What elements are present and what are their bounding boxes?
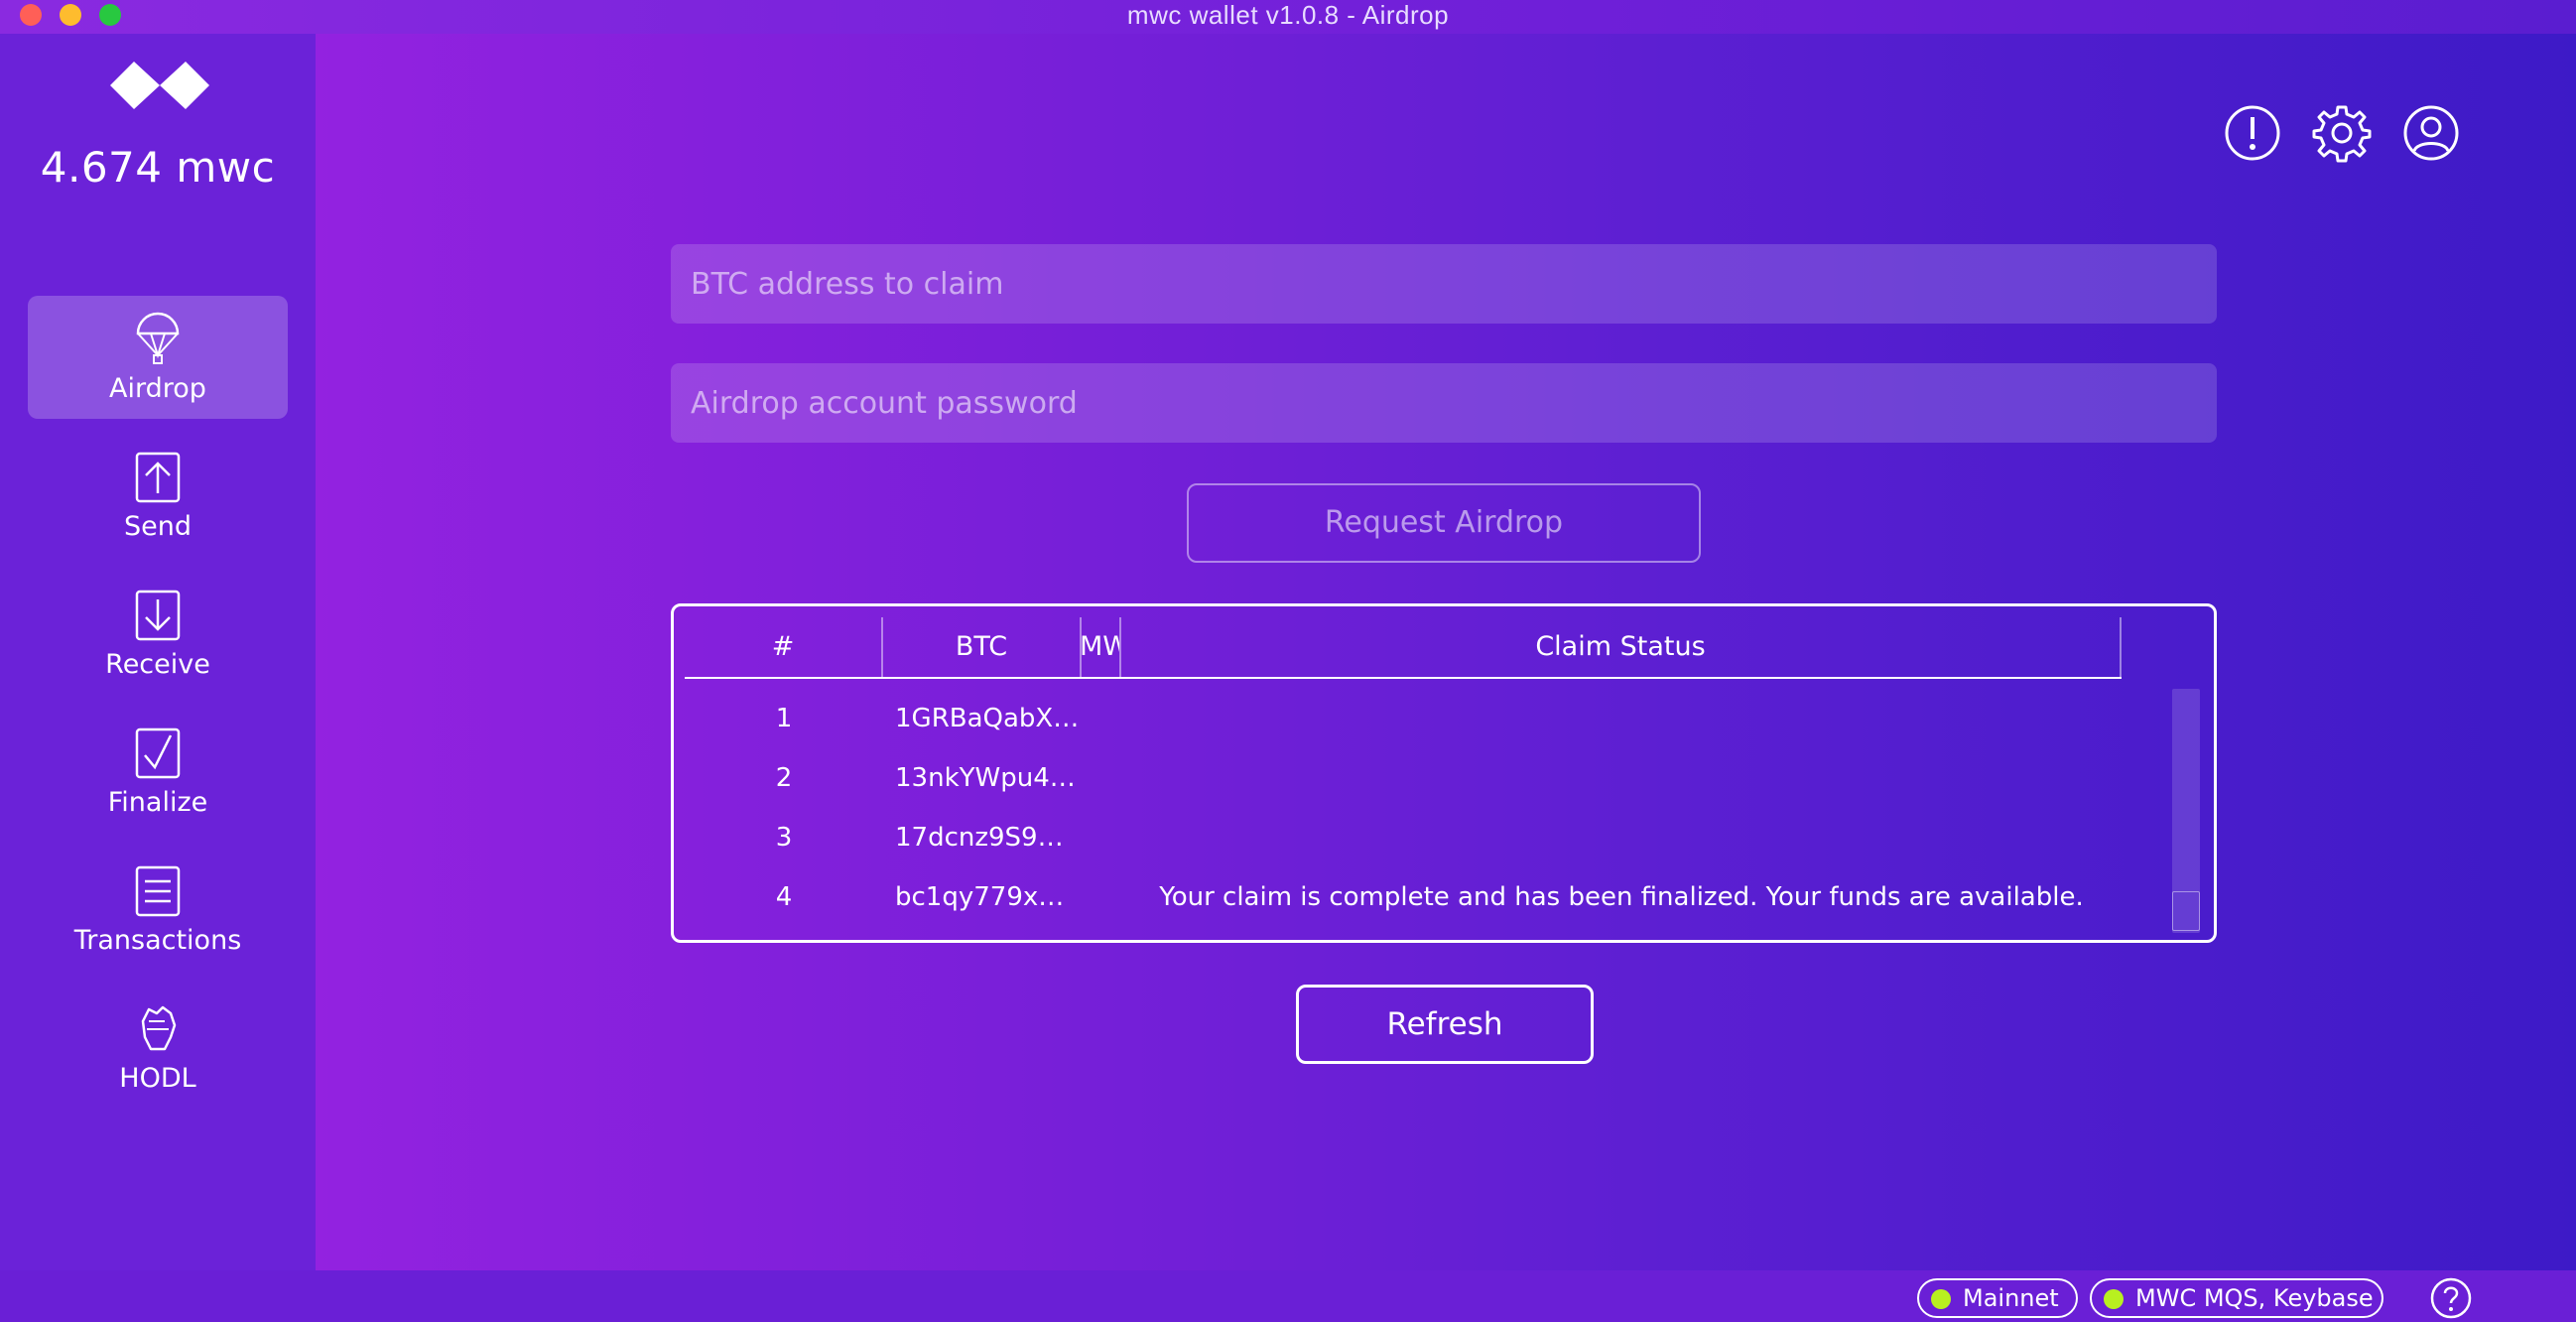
row-claim-status (1121, 748, 2122, 808)
sidebar-item-hodl[interactable]: HODL (28, 986, 288, 1109)
airdrop-password-field[interactable] (671, 363, 2217, 443)
parachute-icon (136, 312, 180, 364)
sidebar-item-airdrop[interactable]: Airdrop (28, 296, 288, 419)
refresh-button[interactable]: Refresh (1296, 985, 1594, 1064)
table-row[interactable]: 3 17dcnz9S9… (685, 808, 2122, 867)
minimize-window-button[interactable] (60, 4, 81, 26)
table-row[interactable]: 4 bc1qy779x… Your claim is complete and … (685, 867, 2122, 927)
network-status-badge[interactable]: Mainnet (1917, 1278, 2078, 1318)
status-indicator-icon (2104, 1289, 2124, 1309)
row-mwc-amount (1082, 689, 1121, 748)
row-number: 1 (775, 704, 793, 733)
row-btc-address: bc1qy779x… (895, 882, 1065, 912)
column-header-claim-status[interactable]: Claim Status (1121, 617, 2122, 677)
sidebar-item-send[interactable]: Send (28, 434, 288, 557)
row-number: 3 (775, 823, 793, 853)
sidebar-item-label: Transactions (73, 925, 242, 956)
sidebar-item-label: Airdrop (109, 373, 206, 404)
btc-address-field[interactable] (671, 244, 2217, 324)
row-mwc-amount (1082, 808, 1121, 867)
row-mwc-amount (1082, 748, 1121, 808)
checkbox-icon (135, 727, 181, 779)
sidebar-item-label: Finalize (107, 787, 208, 818)
upload-arrow-icon (135, 452, 181, 503)
table-header: # BTC MWC Claim Status (685, 617, 2122, 679)
download-arrow-icon (135, 590, 181, 641)
column-header-btc[interactable]: BTC (883, 617, 1082, 677)
scrollbar-thumb[interactable] (2172, 891, 2200, 931)
table-row[interactable]: 2 13nkYWpu4… (685, 748, 2122, 808)
claims-table: # BTC MWC Claim Status 1 1GRBaQabX… 2 13… (671, 603, 2217, 943)
row-number: 2 (775, 763, 793, 793)
window-title: mwc wallet v1.0.8 - Airdrop (1126, 0, 1450, 30)
listener-status-badge[interactable]: MWC MQS, Keybase (2090, 1278, 2383, 1318)
airdrop-password-input[interactable] (671, 363, 2217, 443)
row-btc-address: 1GRBaQabX… (895, 704, 1080, 733)
sidebar: 4.674 mwc Airdrop Send Receive Finalize (0, 34, 316, 1270)
account-icon[interactable] (2401, 103, 2461, 163)
row-btc-address: 17dcnz9S9… (895, 823, 1064, 853)
mwc-logo-icon (110, 62, 209, 109)
sidebar-item-transactions[interactable]: Transactions (28, 848, 288, 971)
zoom-window-button[interactable] (99, 4, 121, 26)
status-bar: Mainnet MWC MQS, Keybase (0, 1270, 2576, 1322)
row-claim-status: Your claim is complete and has been fina… (1159, 882, 2084, 912)
btc-address-input[interactable] (671, 244, 2217, 324)
table-scrollbar[interactable] (2172, 689, 2200, 933)
row-number: 4 (775, 882, 793, 912)
column-header-mwc[interactable]: MWC (1082, 617, 1121, 677)
wallet-balance: 4.674 mwc (40, 143, 276, 192)
sidebar-item-label: HODL (119, 1063, 196, 1094)
row-claim-status (1121, 689, 2122, 748)
main-content: Request Airdrop # BTC MWC Claim Status 1… (316, 34, 2576, 1270)
gear-icon[interactable] (2312, 103, 2372, 163)
close-window-button[interactable] (20, 4, 42, 26)
listener-label: MWC MQS, Keybase (2135, 1284, 2374, 1312)
fist-icon (141, 1005, 177, 1051)
table-row[interactable]: 1 1GRBaQabX… (685, 689, 2122, 748)
column-header-number[interactable]: # (685, 617, 883, 677)
sidebar-item-receive[interactable]: Receive (28, 572, 288, 695)
status-indicator-icon (1931, 1289, 1951, 1309)
sidebar-item-finalize[interactable]: Finalize (28, 710, 288, 833)
row-btc-address: 13nkYWpu4… (895, 763, 1076, 793)
network-label: Mainnet (1963, 1284, 2059, 1312)
row-claim-status (1121, 808, 2122, 867)
list-icon (135, 865, 181, 917)
sidebar-item-label: Receive (105, 649, 210, 680)
row-mwc-amount (1082, 867, 1121, 927)
window-titlebar: mwc wallet v1.0.8 - Airdrop (0, 0, 2576, 34)
help-icon[interactable] (2429, 1276, 2473, 1320)
request-airdrop-button[interactable]: Request Airdrop (1187, 483, 1701, 563)
sidebar-item-label: Send (123, 511, 192, 542)
alert-icon[interactable] (2223, 103, 2282, 163)
